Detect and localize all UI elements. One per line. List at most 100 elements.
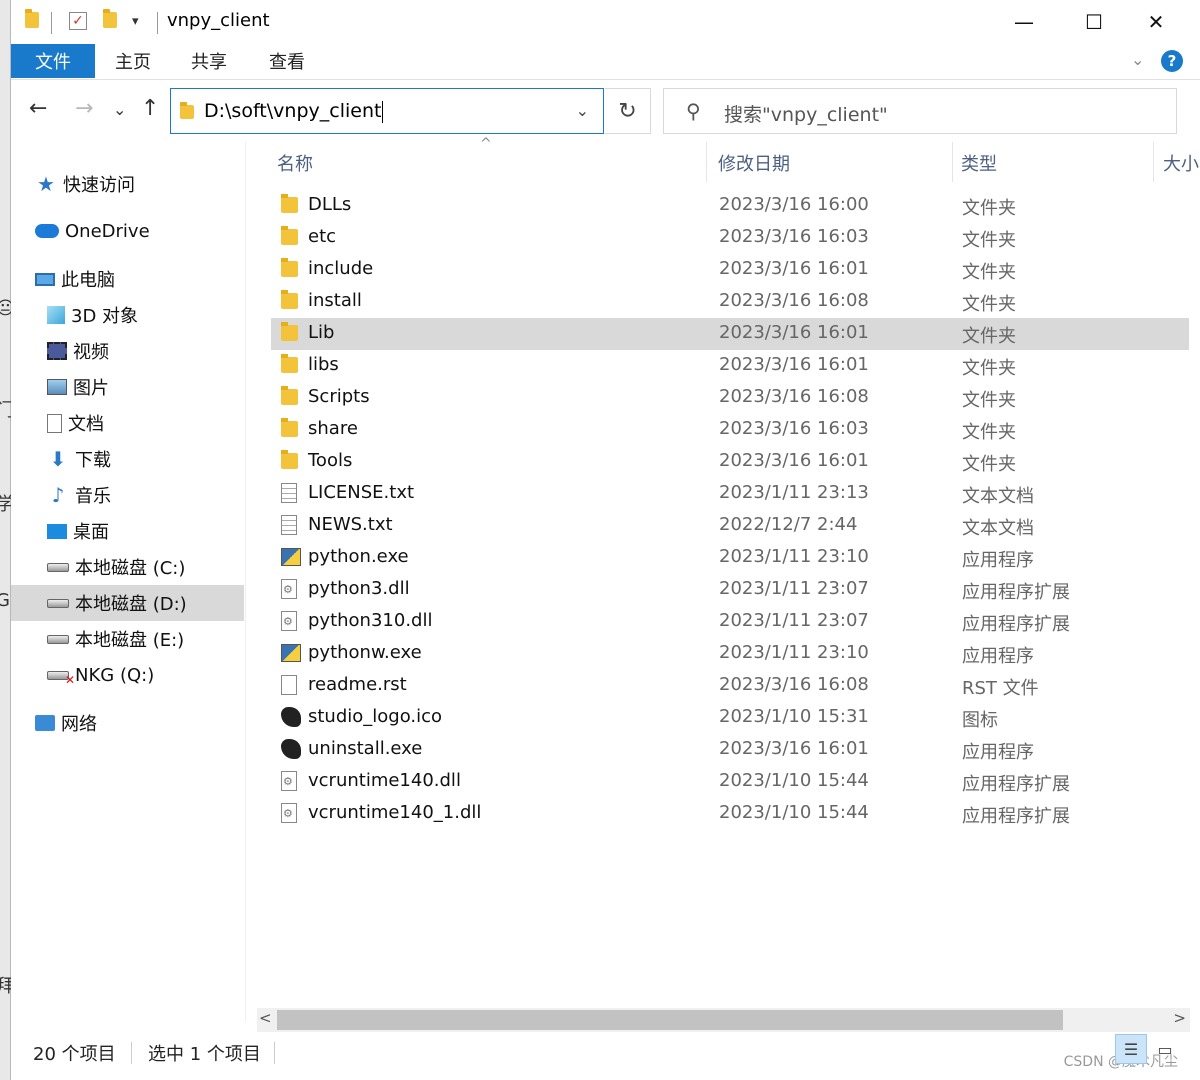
folder-icon	[281, 258, 298, 277]
file-type: 应用程序扩展	[962, 614, 1070, 635]
tab-view[interactable]: 查看	[261, 44, 313, 78]
file-row[interactable]: libs 2023/3/16 16:01 文件夹	[271, 350, 1189, 382]
file-row[interactable]: python310.dll 2023/1/11 23:07 应用程序扩展	[271, 606, 1189, 638]
sidebar-item[interactable]: 网络	[35, 705, 97, 741]
sidebar-item[interactable]: 本地磁盘 (C:)	[47, 549, 185, 585]
sidebar-item[interactable]: 文档	[47, 405, 104, 441]
file-row[interactable]: vcruntime140.dll 2023/1/10 15:44 应用程序扩展	[271, 766, 1189, 798]
refresh-button[interactable]: ↻	[605, 88, 651, 134]
horizontal-scrollbar[interactable]: < >	[257, 1008, 1190, 1032]
tab-file[interactable]: 文件	[11, 44, 95, 78]
back-button[interactable]: ←	[29, 96, 47, 121]
sidebar-item[interactable]: 本地磁盘 (D:)	[11, 585, 244, 621]
file-row[interactable]: uninstall.exe 2023/3/16 16:01 应用程序	[271, 734, 1189, 766]
sidebar-item[interactable]: 视频	[47, 333, 109, 369]
up-button[interactable]: ↑	[141, 96, 159, 121]
file-row[interactable]: include 2023/3/16 16:01 文件夹	[271, 254, 1189, 286]
file-row[interactable]: install 2023/3/16 16:08 文件夹	[271, 286, 1189, 318]
properties-icon[interactable]: ✓	[69, 12, 87, 30]
file-type: 应用程序扩展	[962, 582, 1070, 603]
dll-file-icon	[281, 803, 297, 823]
file-row[interactable]: readme.rst 2023/3/16 16:08 RST 文件	[271, 670, 1189, 702]
column-divider[interactable]	[952, 142, 953, 182]
file-row[interactable]: etc 2023/3/16 16:03 文件夹	[271, 222, 1189, 254]
sidebar-item[interactable]: 图片	[47, 369, 109, 405]
title-bar: ✓ ▾ vnpy_client — ☐ ✕	[11, 0, 1200, 44]
sidebar-item-label: 网络	[61, 714, 97, 735]
sidebar-item-label: 此电脑	[61, 270, 115, 291]
sidebar-item[interactable]: OneDrive	[35, 213, 150, 249]
file-row[interactable]: LICENSE.txt 2023/1/11 23:13 文本文档	[271, 478, 1189, 510]
selection-count: 选中 1 个项目	[148, 1044, 261, 1065]
file-name: python310.dll	[308, 610, 433, 631]
new-folder-icon[interactable]	[103, 9, 117, 28]
file-row[interactable]: Lib 2023/3/16 16:01 文件夹	[271, 318, 1189, 350]
sidebar-item-label: 本地磁盘 (C:)	[75, 558, 186, 579]
sidebar-item[interactable]: 桌面	[47, 513, 109, 549]
folder-icon	[25, 9, 39, 28]
file-row[interactable]: Tools 2023/3/16 16:01 文件夹	[271, 446, 1189, 478]
file-type: 应用程序	[962, 550, 1034, 571]
column-header-type[interactable]: 类型	[961, 150, 997, 176]
file-name: Lib	[308, 322, 335, 343]
folder-icon	[281, 450, 298, 469]
minimize-button[interactable]: —	[989, 0, 1059, 44]
sidebar-item[interactable]: ✕ NKG (Q:)	[47, 657, 154, 693]
column-divider[interactable]	[706, 142, 707, 182]
scrollbar-thumb[interactable]	[277, 1010, 1063, 1030]
tab-share[interactable]: 共享	[183, 44, 235, 78]
search-box[interactable]: ⚲ 搜索"vnpy_client"	[663, 88, 1177, 134]
file-date: 2022/12/7 2:44	[719, 514, 858, 535]
file-row[interactable]: Scripts 2023/3/16 16:08 文件夹	[271, 382, 1189, 414]
drive-icon	[47, 634, 69, 644]
file-row[interactable]: vcruntime140_1.dll 2023/1/10 15:44 应用程序扩展	[271, 798, 1189, 830]
sidebar-item[interactable]: 3D 对象	[47, 297, 138, 333]
sidebar-item[interactable]: 此电脑	[35, 261, 115, 297]
close-button[interactable]: ✕	[1121, 0, 1191, 44]
chevron-down-icon[interactable]: ⌄	[576, 101, 589, 120]
recent-locations-button[interactable]: ⌄	[113, 100, 126, 119]
folder-icon	[281, 386, 298, 405]
sidebar-item[interactable]: 本地磁盘 (E:)	[47, 621, 184, 657]
file-name: etc	[308, 226, 337, 247]
computer-icon	[35, 272, 55, 286]
search-placeholder[interactable]: 搜索"vnpy_client"	[724, 100, 888, 127]
help-button[interactable]: ?	[1161, 50, 1183, 72]
file-type: 应用程序	[962, 742, 1034, 763]
address-bar[interactable]: D:\soft\vnpy_client ⌄	[170, 88, 604, 134]
search-icon: ⚲	[686, 99, 701, 123]
tab-home[interactable]: 主页	[107, 44, 159, 78]
column-divider[interactable]	[1153, 142, 1154, 182]
folder-icon	[281, 322, 298, 341]
ribbon-tabs: 文件 主页 共享 查看 ⌄ ?	[11, 44, 1200, 80]
address-path[interactable]: D:\soft\vnpy_client	[204, 100, 384, 123]
file-row[interactable]: share 2023/3/16 16:03 文件夹	[271, 414, 1189, 446]
expand-ribbon-icon[interactable]: ⌄	[1131, 50, 1144, 69]
column-header-size[interactable]: 大小	[1163, 150, 1199, 176]
sidebar-item[interactable]: ★ 快速访问	[35, 166, 135, 202]
file-type: 文件夹	[962, 422, 1016, 443]
file-row[interactable]: DLLs 2023/3/16 16:00 文件夹	[271, 190, 1189, 222]
maximize-button[interactable]: ☐	[1059, 0, 1129, 44]
file-type: 应用程序	[962, 646, 1034, 667]
file-row[interactable]: pythonw.exe 2023/1/11 23:10 应用程序	[271, 638, 1189, 670]
sidebar-item[interactable]: ⬇ 下载	[47, 441, 111, 477]
file-row[interactable]: NEWS.txt 2022/12/7 2:44 文本文档	[271, 510, 1189, 542]
document-icon	[47, 413, 62, 433]
details-view-icon[interactable]: ☰	[1115, 1034, 1147, 1064]
large-icons-view-icon[interactable]: ▭	[1149, 1034, 1181, 1064]
scroll-right-icon[interactable]: >	[1173, 1009, 1186, 1027]
file-row[interactable]: python3.dll 2023/1/11 23:07 应用程序扩展	[271, 574, 1189, 606]
forward-button[interactable]: →	[75, 96, 93, 121]
scroll-left-icon[interactable]: <	[259, 1009, 272, 1027]
divider	[51, 12, 52, 34]
column-header-name[interactable]: 名称	[277, 150, 313, 176]
customize-toolbar-icon[interactable]: ▾	[132, 14, 139, 29]
star-icon: ★	[37, 172, 55, 196]
column-headers: ^ 名称 修改日期 类型 大小	[270, 136, 1200, 182]
sidebar-item[interactable]: ♪ 音乐	[47, 477, 111, 513]
file-row[interactable]: studio_logo.ico 2023/1/10 15:31 图标	[271, 702, 1189, 734]
file-row[interactable]: python.exe 2023/1/11 23:10 应用程序	[271, 542, 1189, 574]
column-header-date[interactable]: 修改日期	[718, 150, 790, 176]
file-type: 应用程序扩展	[962, 774, 1070, 795]
